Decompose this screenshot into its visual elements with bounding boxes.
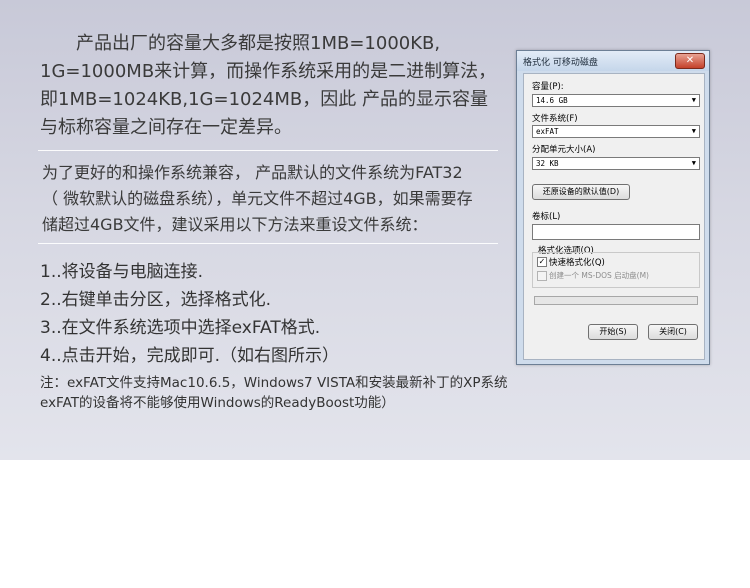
- dialog-titlebar[interactable]: 格式化 可移动磁盘 ✕: [517, 51, 709, 71]
- quick-format-checkbox[interactable]: ✓: [537, 257, 547, 267]
- steps-list: 1..将设备与电脑连接. 2..右键单击分区，选择格式化. 3..在文件系统选项…: [40, 258, 510, 370]
- format-options-group: ✓ 快速格式化(Q) 创建一个 MS-DOS 启动盘(M): [532, 252, 700, 288]
- close-icon[interactable]: ✕: [675, 53, 705, 69]
- step-item: 1..将设备与电脑连接.: [40, 262, 204, 282]
- intro-line: 1G=1000MB来计算，而操作系统采用的是二进制算法，: [40, 61, 497, 82]
- capacity-select[interactable]: 14.6 GB ▼: [532, 94, 700, 107]
- chevron-down-icon: ▼: [691, 127, 696, 135]
- format-progress-bar: [534, 296, 698, 305]
- close-button[interactable]: 关闭(C): [648, 324, 698, 340]
- intro-paragraph: 产品出厂的容量大多都是按照1MB=1000KB, 1G=1000MB来计算，而操…: [40, 30, 500, 142]
- allocation-select[interactable]: 32 KB ▼: [532, 157, 700, 170]
- note-text: 注：exFAT文件支持Mac10.6.5，Windows7 VISTA和安装最新…: [40, 373, 520, 413]
- compat-line: （ 微软默认的磁盘系统），单元文件不超过4GB，如果需要存: [42, 189, 473, 208]
- chevron-down-icon: ▼: [691, 159, 696, 167]
- intro-line: 产品出厂的容量大多都是按照1MB=1000KB,: [76, 33, 441, 54]
- msdos-label: 创建一个 MS-DOS 启动盘(M): [549, 271, 649, 280]
- step-item: 2..右键单击分区，选择格式化.: [40, 290, 272, 310]
- compat-line: 储超过4GB文件，建议采用以下方法来重设文件系统：: [42, 215, 428, 234]
- allocation-value: 32 KB: [536, 159, 559, 168]
- chevron-down-icon: ▼: [691, 96, 696, 104]
- allocation-label: 分配单元大小(A): [532, 145, 596, 155]
- divider: [38, 150, 498, 151]
- dialog-title: 格式化 可移动磁盘: [523, 58, 598, 68]
- dialog-body: 容量(P): 14.6 GB ▼ 文件系统(F) exFAT ▼ 分配单元大小(…: [523, 73, 705, 360]
- divider: [38, 243, 498, 244]
- step-item: 4..点击开始，完成即可.（如右图所示）: [40, 346, 340, 366]
- capacity-value: 14.6 GB: [536, 96, 568, 105]
- filesystem-label: 文件系统(F): [532, 114, 578, 124]
- filesystem-select[interactable]: exFAT ▼: [532, 125, 700, 138]
- volume-label: 卷标(L): [532, 212, 561, 222]
- format-dialog: 格式化 可移动磁盘 ✕ 容量(P): 14.6 GB ▼ 文件系统(F) exF…: [516, 50, 710, 365]
- note-line: exFAT的设备将不能够使用Windows的ReadyBoost功能）: [40, 395, 395, 411]
- step-item: 3..在文件系统选项中选择exFAT格式.: [40, 318, 321, 338]
- restore-defaults-button[interactable]: 还原设备的默认值(D): [532, 184, 630, 200]
- start-button[interactable]: 开始(S): [588, 324, 638, 340]
- quick-format-label: 快速格式化(Q): [549, 258, 605, 268]
- filesystem-value: exFAT: [536, 127, 559, 136]
- msdos-checkbox[interactable]: [537, 271, 547, 281]
- intro-line: 即1MB=1024KB,1G=1024MB，因此 产品的显示容量: [40, 89, 488, 110]
- content-panel: 产品出厂的容量大多都是按照1MB=1000KB, 1G=1000MB来计算，而操…: [0, 0, 750, 460]
- compat-paragraph: 为了更好的和操作系统兼容， 产品默认的文件系统为FAT32 （ 微软默认的磁盘系…: [42, 160, 502, 238]
- volume-input[interactable]: [532, 224, 700, 240]
- compat-line: 为了更好的和操作系统兼容， 产品默认的文件系统为FAT32: [42, 163, 463, 182]
- intro-line: 与标称容量之间存在一定差异。: [40, 117, 292, 138]
- note-line: 注：exFAT文件支持Mac10.6.5，Windows7 VISTA和安装最新…: [40, 375, 508, 391]
- capacity-label: 容量(P):: [532, 82, 564, 92]
